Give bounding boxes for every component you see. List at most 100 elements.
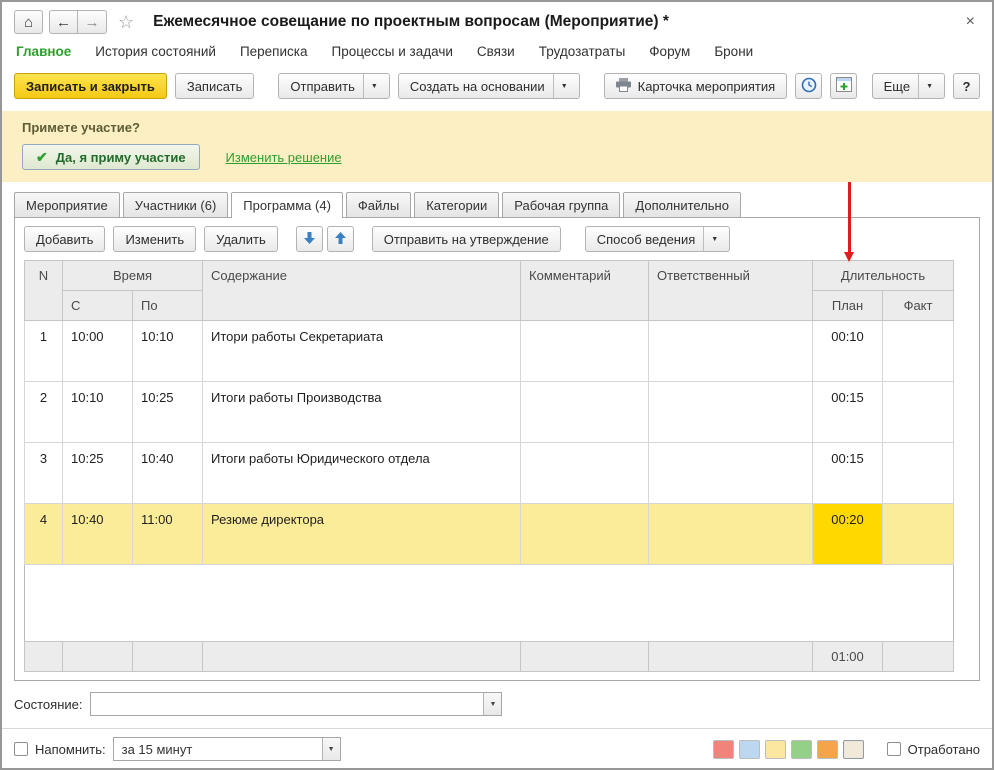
- cell-responsible[interactable]: [649, 382, 813, 443]
- color-swatch-green[interactable]: [791, 740, 812, 759]
- color-swatch-orange[interactable]: [817, 740, 838, 759]
- nav-item-correspondence[interactable]: Переписка: [240, 44, 308, 59]
- add-button[interactable]: Добавить: [24, 226, 105, 252]
- cell-to[interactable]: 10:10: [133, 321, 203, 382]
- cell-fact[interactable]: [883, 443, 954, 504]
- favorites-button[interactable]: ☆: [118, 12, 134, 33]
- bottom-bar: Напомнить: за 15 минут ▼ Отработано: [2, 729, 992, 767]
- cell-content[interactable]: Резюме директора: [203, 504, 521, 565]
- cell-comment[interactable]: [521, 443, 649, 504]
- empty-area[interactable]: [25, 565, 954, 642]
- nav-item-links[interactable]: Связи: [477, 44, 515, 59]
- nav-item-labor-costs[interactable]: Трудозатраты: [539, 44, 626, 59]
- nav-item-bookings[interactable]: Брони: [714, 44, 753, 59]
- save-and-close-button[interactable]: Записать и закрыть: [14, 73, 167, 99]
- cell-fact[interactable]: [883, 382, 954, 443]
- col-header-responsible[interactable]: Ответственный: [649, 261, 813, 321]
- col-header-time[interactable]: Время: [63, 261, 203, 291]
- cell-n[interactable]: 3: [25, 443, 63, 504]
- cell-content[interactable]: Итоги работы Юридического отдела: [203, 443, 521, 504]
- nav-item-processes-tasks[interactable]: Процессы и задачи: [331, 44, 452, 59]
- close-button[interactable]: ×: [961, 13, 980, 31]
- nav-item-state-history[interactable]: История состояний: [95, 44, 216, 59]
- cell-fact[interactable]: [883, 321, 954, 382]
- clock-button[interactable]: [795, 73, 822, 99]
- cell-content[interactable]: Итоги работы Производства: [203, 382, 521, 443]
- col-header-comment[interactable]: Комментарий: [521, 261, 649, 321]
- caret-down-icon: ▼: [553, 74, 568, 98]
- cell-to[interactable]: 11:00: [133, 504, 203, 565]
- remind-value[interactable]: за 15 минут: [114, 738, 322, 760]
- cell-comment[interactable]: [521, 382, 649, 443]
- cell-fact[interactable]: [883, 504, 954, 565]
- cell-from[interactable]: 10:25: [63, 443, 133, 504]
- remind-checkbox[interactable]: [14, 742, 28, 756]
- cell-responsible[interactable]: [649, 504, 813, 565]
- nav-item-forum[interactable]: Форум: [649, 44, 690, 59]
- col-header-fact[interactable]: Факт: [883, 291, 954, 321]
- help-button[interactable]: ?: [953, 73, 980, 99]
- col-header-from[interactable]: С: [63, 291, 133, 321]
- cell-to[interactable]: 10:40: [133, 443, 203, 504]
- color-swatch-beige[interactable]: [843, 740, 864, 759]
- save-button[interactable]: Записать: [175, 73, 255, 99]
- color-swatch-yellow[interactable]: [765, 740, 786, 759]
- cell-plan-active[interactable]: 00:20: [813, 504, 883, 565]
- create-from-button[interactable]: Создать на основании ▼: [398, 73, 580, 99]
- remind-dropdown-button[interactable]: ▼: [322, 738, 340, 760]
- change-decision-link[interactable]: Изменить решение: [226, 150, 342, 165]
- tab-participants[interactable]: Участники (6): [123, 192, 229, 217]
- edit-button[interactable]: Изменить: [113, 226, 196, 252]
- col-header-plan[interactable]: План: [813, 291, 883, 321]
- cell-plan[interactable]: 00:15: [813, 443, 883, 504]
- delete-button[interactable]: Удалить: [204, 226, 278, 252]
- accept-participation-label: Да, я приму участие: [56, 150, 186, 165]
- cell-from[interactable]: 10:40: [63, 504, 133, 565]
- cell-from[interactable]: 10:00: [63, 321, 133, 382]
- planner-grid-button[interactable]: [830, 73, 857, 99]
- cell-n[interactable]: 1: [25, 321, 63, 382]
- more-button[interactable]: Еще ▼: [872, 73, 945, 99]
- state-label: Состояние:: [14, 697, 82, 712]
- tab-working-group[interactable]: Рабочая группа: [502, 192, 620, 217]
- tab-program[interactable]: Программа (4): [231, 192, 343, 218]
- col-header-n[interactable]: N: [25, 261, 63, 321]
- cell-n[interactable]: 4: [25, 504, 63, 565]
- tab-files[interactable]: Файлы: [346, 192, 411, 217]
- send-button[interactable]: Отправить ▼: [278, 73, 389, 99]
- cell-responsible[interactable]: [649, 443, 813, 504]
- col-header-content[interactable]: Содержание: [203, 261, 521, 321]
- cell-plan[interactable]: 00:15: [813, 382, 883, 443]
- state-dropdown-button[interactable]: ▼: [483, 693, 501, 715]
- tab-event[interactable]: Мероприятие: [14, 192, 120, 217]
- forward-button[interactable]: →: [78, 10, 107, 34]
- move-down-button[interactable]: [296, 226, 323, 252]
- cell-n[interactable]: 2: [25, 382, 63, 443]
- home-button[interactable]: ⌂: [14, 10, 43, 34]
- titlebar: ⌂ ← → ☆ Ежемесячное совещание по проектн…: [2, 2, 992, 42]
- management-method-button[interactable]: Способ ведения ▼: [585, 226, 731, 252]
- color-swatch-red[interactable]: [713, 740, 734, 759]
- state-value[interactable]: [91, 693, 483, 715]
- cell-comment[interactable]: [521, 321, 649, 382]
- cell-content[interactable]: Итори работы Секретариата: [203, 321, 521, 382]
- color-swatch-blue[interactable]: [739, 740, 760, 759]
- cell-from[interactable]: 10:10: [63, 382, 133, 443]
- cell-to[interactable]: 10:25: [133, 382, 203, 443]
- move-up-button[interactable]: [327, 226, 354, 252]
- remind-combobox[interactable]: за 15 минут ▼: [113, 737, 341, 761]
- send-for-approval-button[interactable]: Отправить на утверждение: [372, 226, 561, 252]
- tab-additional[interactable]: Дополнительно: [623, 192, 741, 217]
- cell-plan[interactable]: 00:10: [813, 321, 883, 382]
- nav-item-main[interactable]: Главное: [16, 44, 71, 59]
- cell-responsible[interactable]: [649, 321, 813, 382]
- back-button[interactable]: ←: [49, 10, 78, 34]
- event-card-button[interactable]: Карточка мероприятия: [604, 73, 788, 99]
- cell-comment[interactable]: [521, 504, 649, 565]
- done-checkbox[interactable]: [887, 742, 901, 756]
- col-header-duration[interactable]: Длительность: [813, 261, 954, 291]
- col-header-to[interactable]: По: [133, 291, 203, 321]
- tab-categories[interactable]: Категории: [414, 192, 499, 217]
- accept-participation-button[interactable]: ✔ Да, я приму участие: [22, 144, 200, 170]
- state-combobox[interactable]: ▼: [90, 692, 502, 716]
